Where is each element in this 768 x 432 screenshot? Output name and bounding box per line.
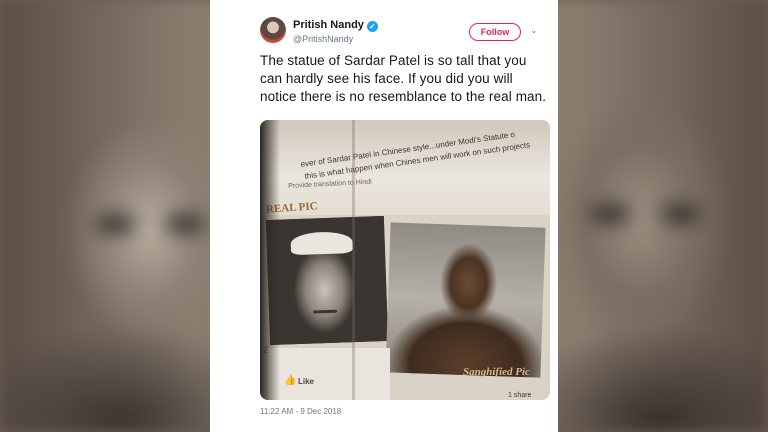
tweet-card: Pritish Nandy ✓ @PritishNandy Follow ⌄ Th… — [210, 0, 558, 432]
statue-photo — [385, 222, 546, 378]
follow-button[interactable]: Follow — [469, 23, 521, 41]
share-count: 1 share — [508, 392, 532, 399]
thumbs-up-icon: 👍 — [284, 375, 297, 386]
sanghified-label: Sanghified Pic — [463, 366, 530, 378]
author-handle[interactable]: @PritishNandy — [293, 34, 353, 44]
avatar[interactable] — [260, 17, 286, 43]
verified-icon: ✓ — [366, 21, 378, 32]
paper-fold — [352, 120, 355, 400]
tweet-timestamp[interactable]: 11:22 AM - 9 Dec 2018 — [260, 407, 341, 416]
tweet-header: Pritish Nandy ✓ @PritishNandy Follow ⌄ — [210, 0, 558, 48]
tweet-photo[interactable]: ever of Sardar Patel in Chinese style...… — [260, 120, 550, 400]
like-label: Like — [298, 377, 315, 386]
paper-shadow — [260, 120, 280, 400]
facebook-action-bar — [268, 348, 390, 400]
tweet-text: The statue of Sardar Patel is so tall th… — [260, 53, 547, 104]
chevron-down-icon[interactable]: ⌄ — [530, 25, 538, 36]
author-name[interactable]: Pritish Nandy ✓ — [293, 19, 378, 32]
author-name-text: Pritish Nandy — [293, 19, 364, 31]
portrait-photo — [265, 215, 389, 346]
